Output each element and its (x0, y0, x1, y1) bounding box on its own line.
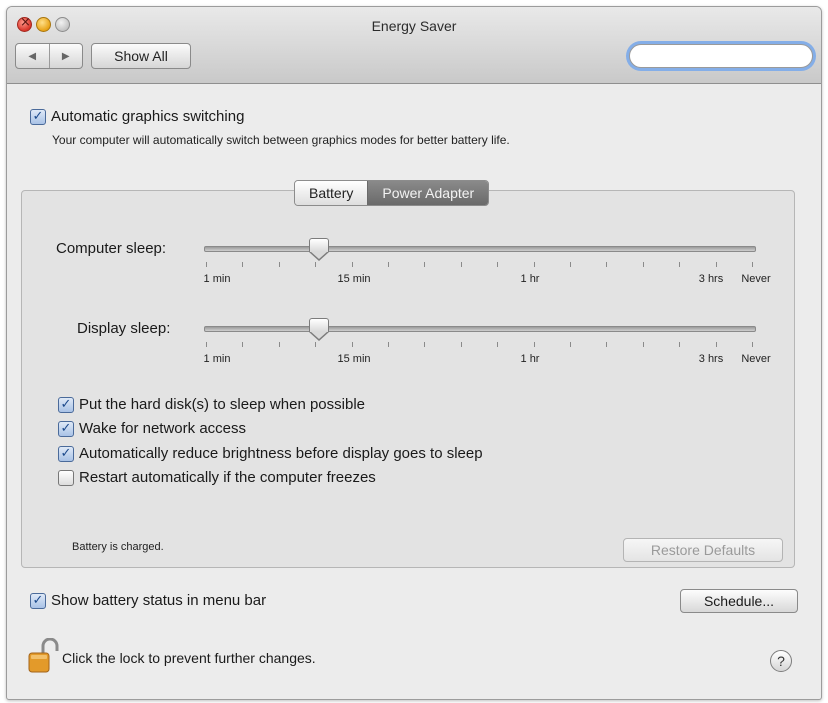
slider-tick-label: 1 min (203, 273, 231, 285)
slider-tick-label: 3 hrs (698, 353, 724, 365)
back-forward-control: ◀ ▶ (15, 43, 83, 69)
option-wake-network-row[interactable]: ✓ Wake for network access (58, 420, 246, 437)
help-button[interactable]: ? (770, 650, 792, 672)
forward-button[interactable]: ▶ (48, 44, 83, 68)
slider-tick-label: 1 min (203, 353, 231, 365)
slider-tick (279, 342, 280, 347)
graphics-switching-description: Your computer will automatically switch … (52, 133, 510, 147)
show-battery-status-row[interactable]: ✓ Show battery status in menu bar (30, 592, 266, 609)
restore-defaults-button[interactable]: Restore Defaults (623, 538, 783, 562)
hard-disk-sleep-label: Put the hard disk(s) to sleep when possi… (79, 396, 365, 413)
slider-tick (716, 262, 717, 267)
back-icon: ◀ (28, 50, 37, 62)
slider-tick (534, 342, 535, 347)
restart-freeze-label: Restart automatically if the computer fr… (79, 469, 376, 486)
slider-tick (570, 262, 571, 267)
slider-tick (388, 262, 389, 267)
tab-battery[interactable]: Battery (295, 181, 368, 205)
show-all-button[interactable]: Show All (91, 43, 191, 69)
wake-network-checkbox[interactable]: ✓ (58, 420, 74, 437)
slider-tick (752, 262, 753, 267)
slider-tick (206, 342, 207, 347)
computer-sleep-track[interactable] (204, 246, 756, 252)
slider-tick (461, 262, 462, 267)
slider-tick (315, 262, 316, 267)
slider-tick (388, 342, 389, 347)
slider-tick (242, 262, 243, 267)
reduce-brightness-checkbox[interactable]: ✓ (58, 445, 74, 462)
slider-tick-label: 15 min (337, 353, 371, 365)
option-reduce-brightness-row[interactable]: ✓ Automatically reduce brightness before… (58, 445, 483, 462)
slider-tick-label: Never (741, 273, 771, 285)
tab-power-adapter[interactable]: Power Adapter (367, 181, 489, 205)
show-battery-status-label: Show battery status in menu bar (51, 592, 267, 609)
graphics-switching-checkbox[interactable]: ✓ (30, 108, 46, 125)
slider-tick (716, 342, 717, 347)
slider-tick (606, 342, 607, 347)
slider-tick (570, 342, 571, 347)
tab-bar: Battery Power Adapter (294, 180, 490, 206)
slider-tick (352, 262, 353, 267)
search-field[interactable] (629, 44, 821, 68)
display-sleep-track[interactable] (204, 326, 756, 332)
title-toolbar: Energy Saver ◀ ▶ Show All (7, 7, 821, 84)
graphics-switching-checkbox-row[interactable]: ✓ Automatic graphics switching (30, 108, 244, 125)
slider-tick (643, 262, 644, 267)
forward-icon: ▶ (61, 50, 70, 62)
option-hard-disk-sleep-row[interactable]: ✓ Put the hard disk(s) to sleep when pos… (58, 396, 365, 413)
slider-tick (752, 342, 753, 347)
schedule-button[interactable]: Schedule... (680, 589, 798, 613)
slider-tick (424, 342, 425, 347)
slider-tick (679, 342, 680, 347)
wake-network-label: Wake for network access (79, 420, 246, 437)
slider-tick (679, 262, 680, 267)
window-title: Energy Saver (371, 18, 457, 34)
slider-tick (206, 262, 207, 267)
graphics-switching-label: Automatic graphics switching (51, 108, 245, 125)
slider-tick (497, 262, 498, 267)
back-button[interactable]: ◀ (16, 44, 49, 68)
hard-disk-sleep-checkbox[interactable]: ✓ (58, 396, 74, 413)
help-icon: ? (777, 653, 785, 669)
slider-tick-label: 1 hr (520, 273, 540, 285)
slider-tick-label: Never (741, 353, 771, 365)
slider-tick (606, 262, 607, 267)
search-input[interactable] (644, 46, 821, 66)
reduce-brightness-label: Automatically reduce brightness before d… (79, 445, 483, 462)
battery-status-text: Battery is charged. (72, 541, 164, 553)
restart-freeze-checkbox[interactable] (58, 469, 74, 486)
slider-tick (424, 262, 425, 267)
slider-tick-label: 1 hr (520, 353, 540, 365)
slider-tick (461, 342, 462, 347)
option-restart-freeze-row[interactable]: Restart automatically if the computer fr… (58, 469, 376, 486)
slider-tick (534, 262, 535, 267)
slider-tick-label: 15 min (337, 273, 371, 285)
slider-tick (497, 342, 498, 347)
slider-tick (352, 342, 353, 347)
display-sleep-label: Display sleep: (77, 320, 171, 337)
show-battery-status-checkbox[interactable]: ✓ (30, 592, 46, 609)
computer-sleep-label: Computer sleep: (56, 240, 167, 257)
slider-tick-label: 3 hrs (698, 273, 724, 285)
slider-tick (279, 262, 280, 267)
slider-tick (242, 342, 243, 347)
lock-instruction-text: Click the lock to prevent further change… (62, 650, 316, 666)
slider-tick (315, 342, 316, 347)
slider-tick (643, 342, 644, 347)
lock-icon[interactable] (27, 638, 59, 674)
